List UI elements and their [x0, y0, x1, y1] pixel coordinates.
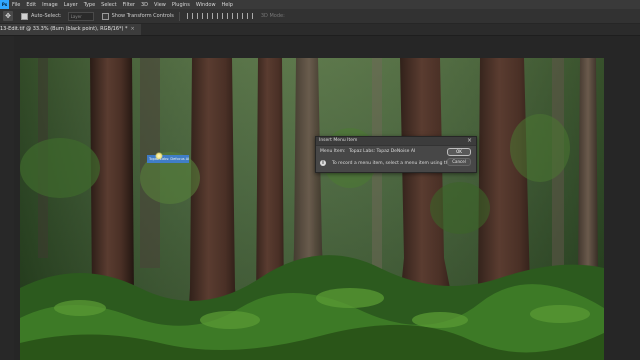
menu-help[interactable]: Help [219, 2, 236, 8]
divider [178, 11, 180, 21]
auto-select-target-dropdown[interactable]: Layer [67, 11, 94, 21]
hover-menu-item-tag: Topaz Labs: Defocus AI [147, 155, 189, 163]
menu-edit[interactable]: Edit [23, 2, 39, 8]
document-tab[interactable]: 13-Edit.tif @ 33.3% (Burn (black point),… [0, 24, 141, 35]
move-tool-icon[interactable]: ✥ [3, 11, 13, 21]
close-tab-icon[interactable]: × [131, 26, 135, 32]
dialog-title-bar: Insert Menu Item × [316, 137, 476, 146]
align-center-icon[interactable] [196, 13, 203, 19]
align-right-icon[interactable] [206, 13, 213, 19]
menu-item-value: Topaz Labs: Topaz DeNoise AI [349, 149, 416, 154]
align-bottom-icon[interactable] [236, 13, 243, 19]
menu-file[interactable]: File [9, 2, 23, 8]
info-icon: i [320, 160, 326, 166]
tools-panel [0, 36, 14, 360]
close-icon[interactable]: × [467, 137, 472, 144]
show-transform-controls-label: Show Transform Controls [111, 13, 174, 19]
document-tab-title: 13-Edit.tif @ 33.3% (Burn (black point),… [0, 26, 128, 32]
menu-item-label: Menu Item: [320, 149, 346, 154]
mouse-cursor-highlight [155, 152, 163, 160]
photoshop-logo: Ps [0, 0, 9, 9]
menu-filter[interactable]: Filter [120, 2, 138, 8]
align-top-icon[interactable] [216, 13, 223, 19]
insert-menu-item-dialog: Insert Menu Item × Menu Item: Topaz Labs… [315, 136, 477, 173]
redwood-forest-photo [20, 58, 604, 360]
cancel-button[interactable]: Cancel [447, 158, 471, 166]
menu-view[interactable]: View [151, 2, 169, 8]
3d-mode-label: 3D Mode: [260, 13, 285, 19]
show-transform-controls-checkbox[interactable] [101, 12, 109, 20]
menu-layer[interactable]: Layer [61, 2, 81, 8]
align-left-icon[interactable] [186, 13, 193, 19]
dialog-title: Insert Menu Item [319, 138, 358, 143]
ok-button[interactable]: OK [447, 148, 471, 156]
options-bar: ✥ Auto-Select: Layer Show Transform Cont… [0, 9, 640, 24]
menu-type[interactable]: Type [81, 2, 98, 8]
auto-select-label: Auto-Select: [31, 13, 62, 19]
menu-3d[interactable]: 3D [138, 2, 151, 8]
menu-image[interactable]: Image [39, 2, 61, 8]
more-options-icon[interactable] [246, 13, 253, 19]
align-middle-icon[interactable] [226, 13, 233, 19]
menu-window[interactable]: Window [193, 2, 219, 8]
menu-plugins[interactable]: Plugins [169, 2, 193, 8]
menu-select[interactable]: Select [98, 2, 119, 8]
menu-bar: Ps File Edit Image Layer Type Select Fil… [0, 0, 640, 9]
auto-select-checkbox[interactable] [21, 12, 28, 20]
document-tab-bar: 13-Edit.tif @ 33.3% (Burn (black point),… [0, 24, 640, 36]
forest-image [20, 58, 604, 360]
